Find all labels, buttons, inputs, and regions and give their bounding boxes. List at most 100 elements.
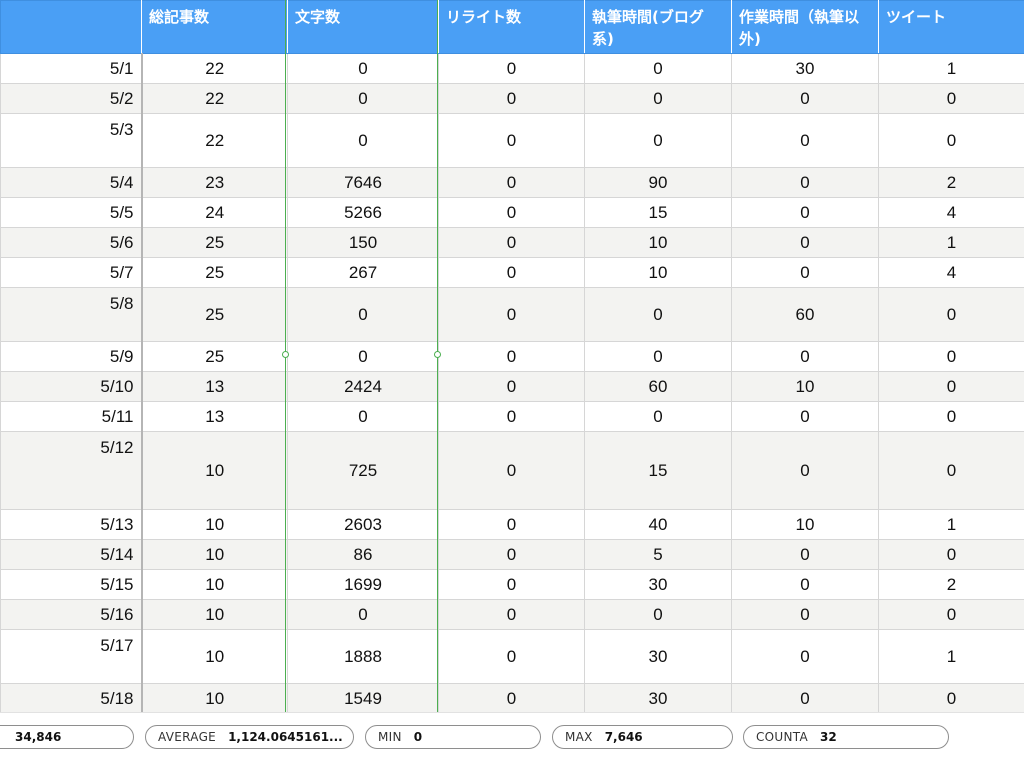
cell-work-time[interactable]: 0: [732, 114, 879, 168]
cell-rewrite-count[interactable]: 0: [439, 372, 585, 402]
cell-work-time[interactable]: 0: [732, 684, 879, 713]
cell-total-articles[interactable]: 10: [142, 684, 288, 713]
cell-work-time[interactable]: 0: [732, 630, 879, 684]
cell-date[interactable]: 5/7: [1, 258, 142, 288]
cell-tweets[interactable]: 1: [879, 228, 1024, 258]
cell-work-time[interactable]: 0: [732, 198, 879, 228]
cell-total-articles[interactable]: 10: [142, 432, 288, 510]
cell-date[interactable]: 5/18: [1, 684, 142, 713]
cell-work-time[interactable]: 0: [732, 570, 879, 600]
cell-total-articles[interactable]: 24: [142, 198, 288, 228]
cell-char-count[interactable]: 0: [288, 342, 439, 372]
cell-date[interactable]: 5/1: [1, 54, 142, 84]
cell-total-articles[interactable]: 13: [142, 372, 288, 402]
cell-char-count[interactable]: 1549: [288, 684, 439, 713]
cell-writing-time[interactable]: 30: [585, 630, 732, 684]
cell-char-count[interactable]: 150: [288, 228, 439, 258]
cell-writing-time[interactable]: 0: [585, 402, 732, 432]
cell-char-count[interactable]: 267: [288, 258, 439, 288]
cell-char-count[interactable]: 0: [288, 54, 439, 84]
cell-work-time[interactable]: 0: [732, 168, 879, 198]
cell-tweets[interactable]: 0: [879, 372, 1024, 402]
cell-tweets[interactable]: 0: [879, 114, 1024, 168]
cell-work-time[interactable]: 0: [732, 600, 879, 630]
header-rewrite-count[interactable]: リライト数: [439, 1, 585, 54]
cell-writing-time[interactable]: 0: [585, 114, 732, 168]
cell-total-articles[interactable]: 13: [142, 402, 288, 432]
cell-writing-time[interactable]: 0: [585, 342, 732, 372]
cell-date[interactable]: 5/16: [1, 600, 142, 630]
cell-char-count[interactable]: 0: [288, 84, 439, 114]
cell-tweets[interactable]: 1: [879, 630, 1024, 684]
cell-work-time[interactable]: 10: [732, 372, 879, 402]
cell-char-count[interactable]: 0: [288, 402, 439, 432]
cell-rewrite-count[interactable]: 0: [439, 168, 585, 198]
header-tweets[interactable]: ツイート: [879, 1, 1024, 54]
cell-rewrite-count[interactable]: 0: [439, 540, 585, 570]
cell-tweets[interactable]: 0: [879, 342, 1024, 372]
cell-writing-time[interactable]: 60: [585, 372, 732, 402]
cell-total-articles[interactable]: 10: [142, 510, 288, 540]
cell-work-time[interactable]: 0: [732, 402, 879, 432]
cell-tweets[interactable]: 0: [879, 402, 1024, 432]
cell-char-count[interactable]: 0: [288, 288, 439, 342]
cell-char-count[interactable]: 725: [288, 432, 439, 510]
cell-date[interactable]: 5/2: [1, 84, 142, 114]
cell-rewrite-count[interactable]: 0: [439, 630, 585, 684]
cell-date[interactable]: 5/15: [1, 570, 142, 600]
cell-writing-time[interactable]: 90: [585, 168, 732, 198]
cell-rewrite-count[interactable]: 0: [439, 510, 585, 540]
cell-date[interactable]: 5/17: [1, 630, 142, 684]
counta-pill[interactable]: COUNTA32: [743, 725, 949, 749]
cell-total-articles[interactable]: 10: [142, 540, 288, 570]
cell-date[interactable]: 5/12: [1, 432, 142, 510]
cell-date[interactable]: 5/6: [1, 228, 142, 258]
selection-handle-right[interactable]: [434, 351, 441, 358]
cell-writing-time[interactable]: 5: [585, 540, 732, 570]
cell-date[interactable]: 5/9: [1, 342, 142, 372]
selection-handle-left[interactable]: [282, 351, 289, 358]
header-work-time[interactable]: 作業時間（執筆以外): [732, 1, 879, 54]
cell-tweets[interactable]: 2: [879, 570, 1024, 600]
cell-date[interactable]: 5/14: [1, 540, 142, 570]
cell-char-count[interactable]: 1699: [288, 570, 439, 600]
cell-tweets[interactable]: 1: [879, 510, 1024, 540]
cell-writing-time[interactable]: 10: [585, 258, 732, 288]
min-pill[interactable]: MIN0: [365, 725, 541, 749]
cell-rewrite-count[interactable]: 0: [439, 342, 585, 372]
cell-writing-time[interactable]: 30: [585, 684, 732, 713]
cell-writing-time[interactable]: 10: [585, 228, 732, 258]
cell-rewrite-count[interactable]: 0: [439, 198, 585, 228]
cell-char-count[interactable]: 5266: [288, 198, 439, 228]
cell-rewrite-count[interactable]: 0: [439, 432, 585, 510]
cell-work-time[interactable]: 0: [732, 432, 879, 510]
cell-rewrite-count[interactable]: 0: [439, 258, 585, 288]
cell-tweets[interactable]: 0: [879, 288, 1024, 342]
cell-writing-time[interactable]: 0: [585, 288, 732, 342]
cell-writing-time[interactable]: 30: [585, 570, 732, 600]
cell-rewrite-count[interactable]: 0: [439, 228, 585, 258]
cell-char-count[interactable]: 0: [288, 600, 439, 630]
cell-writing-time[interactable]: 0: [585, 84, 732, 114]
cell-tweets[interactable]: 0: [879, 432, 1024, 510]
cell-char-count[interactable]: 2424: [288, 372, 439, 402]
cell-date[interactable]: 5/8: [1, 288, 142, 342]
cell-date[interactable]: 5/10: [1, 372, 142, 402]
cell-rewrite-count[interactable]: 0: [439, 402, 585, 432]
cell-rewrite-count[interactable]: 0: [439, 288, 585, 342]
cell-rewrite-count[interactable]: 0: [439, 684, 585, 713]
cell-work-time[interactable]: 0: [732, 84, 879, 114]
cell-tweets[interactable]: 4: [879, 198, 1024, 228]
cell-tweets[interactable]: 0: [879, 84, 1024, 114]
cell-date[interactable]: 5/11: [1, 402, 142, 432]
cell-rewrite-count[interactable]: 0: [439, 114, 585, 168]
average-pill[interactable]: AVERAGE1,124.0645161...: [145, 725, 354, 749]
cell-tweets[interactable]: 2: [879, 168, 1024, 198]
cell-work-time[interactable]: 30: [732, 54, 879, 84]
cell-total-articles[interactable]: 22: [142, 84, 288, 114]
cell-char-count[interactable]: 7646: [288, 168, 439, 198]
cell-date[interactable]: 5/3: [1, 114, 142, 168]
cell-writing-time[interactable]: 0: [585, 54, 732, 84]
cell-work-time[interactable]: 60: [732, 288, 879, 342]
cell-writing-time[interactable]: 40: [585, 510, 732, 540]
